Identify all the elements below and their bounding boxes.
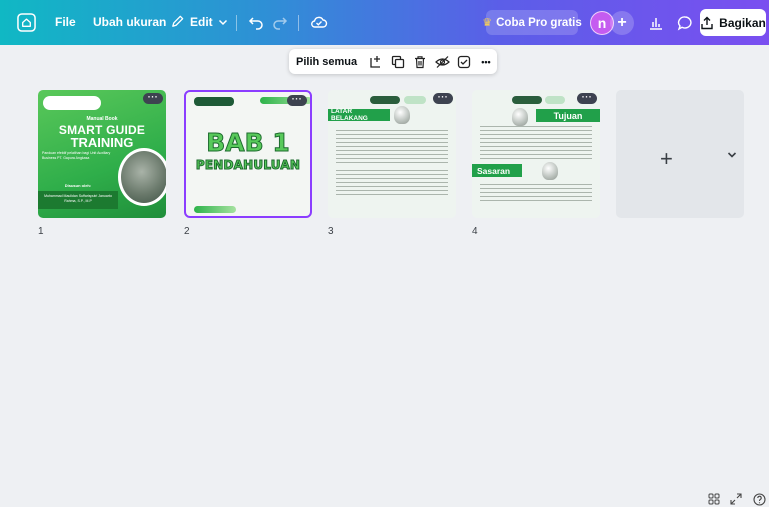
top-toolbar: File Ubah ukuran Edit ♛ Coba Pro gratis … — [0, 0, 769, 45]
university-logo — [194, 97, 234, 106]
mark-done-button[interactable] — [453, 52, 475, 72]
add-page-icon — [370, 55, 381, 68]
home-icon — [17, 13, 36, 32]
upload-icon — [701, 16, 713, 29]
page-2-chapter: BAB 1 — [206, 128, 291, 158]
file-menu[interactable]: File — [55, 15, 76, 29]
page-1-tag: Manual Book — [86, 116, 118, 122]
try-pro-label: Coba Pro gratis — [496, 16, 582, 29]
selection-toolbar: Pilih semua ••• — [289, 49, 497, 74]
share-label: Bagikan — [719, 15, 766, 30]
bar-chart-icon — [650, 17, 662, 30]
grid-view-button[interactable] — [706, 492, 722, 506]
page-3-paragraph — [336, 170, 448, 196]
page-4-list — [480, 184, 592, 204]
help-icon — [752, 492, 766, 506]
fullscreen-button[interactable] — [728, 492, 744, 506]
share-button[interactable]: Bagikan — [700, 9, 766, 36]
training-photo — [118, 148, 166, 206]
page-options-button[interactable]: ··· — [433, 93, 453, 104]
pencil-icon — [172, 15, 184, 27]
page-thumbnail-1[interactable]: ··· Manual Book SMART GUIDE TRAINING Pan… — [38, 90, 166, 218]
page-3-paragraph — [336, 130, 448, 166]
insights-button[interactable] — [643, 10, 669, 35]
page-options-button[interactable]: ··· — [287, 95, 307, 106]
page-1-author-name: Muhammad Maulidan Suffarisputri Januarto… — [44, 194, 112, 203]
page-number: 4 — [472, 226, 478, 237]
gapura-logo — [404, 96, 426, 104]
help-button[interactable] — [751, 492, 767, 506]
lightbulb-icon — [542, 162, 558, 180]
university-logo — [370, 96, 400, 104]
edit-label: Edit — [190, 14, 213, 29]
divider — [298, 15, 299, 31]
cloud-check-icon — [311, 16, 328, 28]
edit-menu[interactable]: Edit — [170, 14, 228, 29]
undo-icon — [248, 17, 263, 30]
page-thumbnail-4[interactable]: ··· Tujuan Sasaran — [472, 90, 600, 218]
more-options-button[interactable]: ••• — [475, 52, 497, 72]
chevron-down-icon — [218, 19, 227, 25]
lightbulb-icon — [394, 106, 410, 124]
select-all-button[interactable]: Pilih semua — [296, 56, 357, 68]
page-1-subtitle: Panduan efektif pelatihan bagi Unit Auxi… — [42, 151, 111, 160]
page-4-heading-bottom: Sasaran — [472, 164, 522, 177]
eye-off-icon — [434, 55, 450, 68]
page-number: 1 — [38, 226, 44, 237]
lightbulb-icon — [512, 108, 528, 126]
hide-button[interactable] — [431, 52, 453, 72]
delete-button[interactable] — [409, 52, 431, 72]
page-4-paragraph — [480, 126, 592, 160]
trash-icon — [415, 55, 426, 68]
decorative-bar — [194, 206, 236, 213]
page-2-chapter-title: PENDAHULUAN — [195, 158, 301, 173]
resize-label: Ubah ukuran — [93, 15, 167, 29]
grid-icon — [708, 493, 720, 505]
file-menu-label: File — [55, 15, 76, 29]
resize-button[interactable]: Ubah ukuran — [93, 15, 166, 29]
add-page-plus-icon[interactable]: + — [660, 146, 673, 172]
redo-button[interactable] — [272, 14, 288, 30]
expand-icon — [730, 493, 742, 505]
page-number: 3 — [328, 226, 334, 237]
chevron-down-icon — [727, 152, 737, 158]
invite-button[interactable]: + — [610, 11, 634, 35]
plus-icon: + — [617, 14, 627, 31]
university-logo — [512, 96, 542, 104]
add-page-options-button[interactable] — [726, 148, 738, 166]
add-page-button[interactable] — [365, 52, 387, 72]
divider — [236, 15, 237, 31]
page-3-heading: LATAR BELAKANG — [328, 108, 390, 122]
duplicate-button[interactable] — [387, 52, 409, 72]
comments-button[interactable] — [672, 10, 698, 35]
redo-icon — [273, 17, 288, 30]
comment-icon — [677, 15, 692, 31]
undo-button[interactable] — [248, 14, 264, 30]
page-1-author-label: Disusun oleh: — [64, 183, 92, 188]
page-options-button[interactable]: ··· — [577, 93, 597, 104]
save-status-button[interactable] — [310, 13, 328, 31]
page-number: 2 — [184, 226, 190, 237]
crown-icon: ♛ — [482, 17, 493, 29]
avatar-initial: n — [597, 15, 607, 31]
page-options-button[interactable]: ··· — [143, 93, 163, 104]
university-logo — [43, 96, 101, 110]
home-button[interactable] — [17, 13, 36, 32]
page-thumbnail-3[interactable]: ··· LATAR BELAKANG — [328, 90, 456, 218]
gapura-logo — [545, 96, 565, 104]
duplicate-icon — [391, 55, 405, 68]
page-4-heading-top: Tujuan — [536, 109, 600, 122]
try-pro-button[interactable]: ♛ Coba Pro gratis — [482, 10, 582, 35]
page-thumbnail-2[interactable]: ··· BAB 1 PENDAHULUAN — [184, 90, 312, 218]
add-page-tile[interactable] — [616, 90, 744, 218]
check-square-icon — [457, 55, 471, 68]
